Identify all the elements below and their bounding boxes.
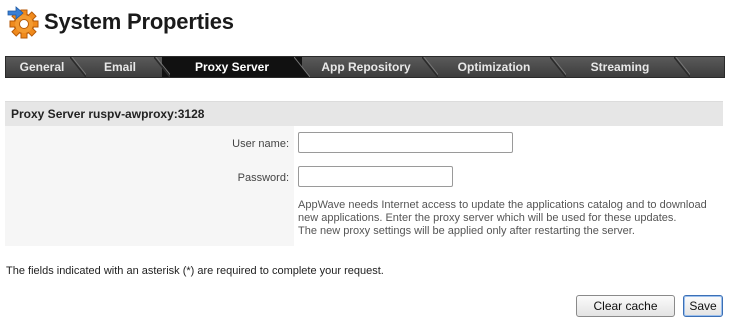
page-title: System Properties bbox=[44, 9, 234, 34]
password-input[interactable] bbox=[298, 166, 453, 187]
page-header: System Properties bbox=[6, 4, 234, 40]
tab-email[interactable]: Email bbox=[78, 57, 170, 77]
tab-general-label: General bbox=[19, 60, 65, 74]
clear-cache-button[interactable]: Clear cache bbox=[576, 295, 675, 317]
tab-separator bbox=[674, 57, 690, 77]
tab-separator bbox=[422, 57, 438, 77]
panel-title: Proxy Server ruspv-awproxy:3128 bbox=[5, 101, 723, 126]
tab-separator bbox=[294, 57, 310, 77]
tab-general[interactable]: General bbox=[6, 57, 86, 77]
help-line: new applications. Enter the proxy server… bbox=[298, 212, 677, 224]
username-input[interactable] bbox=[298, 132, 513, 153]
tab-email-label: Email bbox=[103, 60, 136, 74]
tab-streaming[interactable]: Streaming bbox=[558, 57, 690, 77]
tab-app-repository-label: App Repository bbox=[321, 60, 411, 74]
tab-separator bbox=[154, 57, 170, 77]
password-label: Password: bbox=[237, 172, 289, 184]
tab-proxy-server[interactable]: Proxy Server bbox=[162, 57, 310, 77]
tab-streaming-label: Streaming bbox=[590, 60, 650, 74]
required-fields-note: The fields indicated with an asterisk (*… bbox=[6, 265, 384, 277]
tab-optimization[interactable]: Optimization bbox=[430, 57, 566, 77]
tab-optimization-label: Optimization bbox=[457, 60, 531, 74]
tab-proxy-server-label: Proxy Server bbox=[194, 60, 270, 74]
proxy-help-text: AppWave needs Internet access to update … bbox=[298, 199, 718, 238]
help-line: AppWave needs Internet access to update … bbox=[298, 199, 707, 211]
settings-gear-icon bbox=[6, 5, 40, 39]
save-button[interactable]: Save bbox=[683, 295, 723, 317]
tab-separator bbox=[550, 57, 566, 77]
username-label: User name: bbox=[232, 138, 289, 150]
tab-bar: General Email Proxy Server App Repositor… bbox=[5, 56, 725, 78]
help-line: The new proxy settings will be applied o… bbox=[298, 225, 635, 237]
tab-separator bbox=[70, 57, 86, 77]
tab-app-repository[interactable]: App Repository bbox=[302, 57, 438, 77]
